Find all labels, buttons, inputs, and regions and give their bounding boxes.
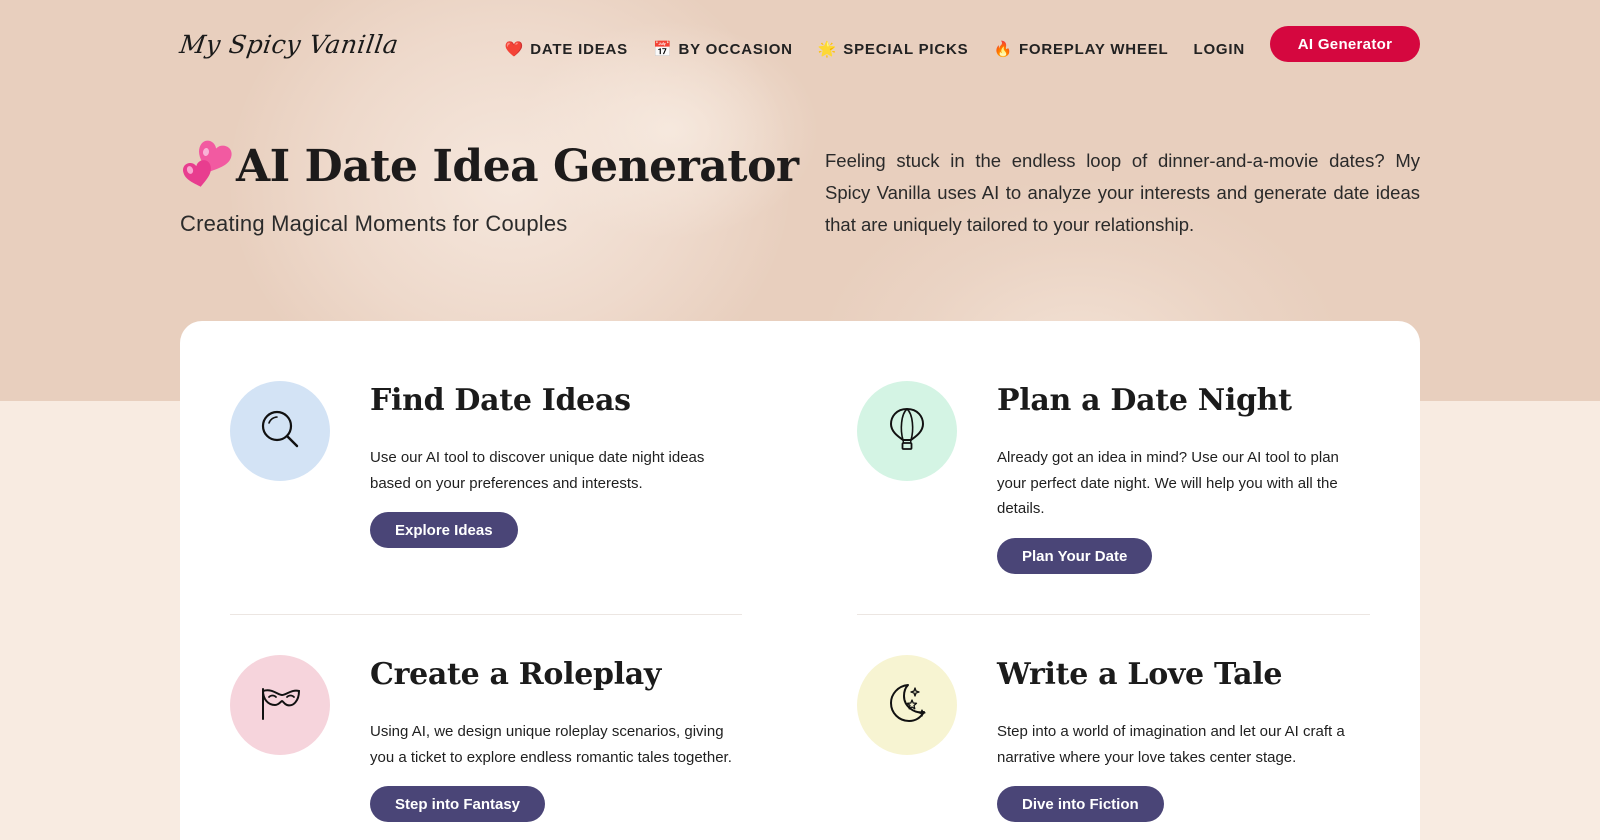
main-nav: ❤️ DATE IDEAS 📅 BY OCCASION 🌟 SPECIAL PI… — [505, 26, 1420, 62]
nav-item-special-picks[interactable]: 🌟 SPECIAL PICKS — [818, 30, 969, 58]
feature-description: Already got an idea in mind? Use our AI … — [997, 449, 1339, 517]
logo[interactable]: My Spicy Vanilla — [178, 30, 401, 59]
features-card: Find Date Ideas Use our AI tool to disco… — [180, 321, 1420, 840]
divider — [857, 614, 1370, 615]
plan-your-date-button[interactable]: Plan Your Date — [997, 538, 1153, 574]
feature-icon-circle — [857, 381, 957, 481]
site-header: My Spicy Vanilla ❤️ DATE IDEAS 📅 BY OCCA… — [178, 26, 1420, 66]
hero-title: AI Date Idea Generator — [236, 140, 799, 192]
page-title: AI Date Idea Generator — [180, 140, 799, 192]
feature-find-date-ideas: Find Date Ideas Use our AI tool to disco… — [230, 381, 742, 581]
hot-air-balloon-icon — [885, 406, 929, 456]
feature-description: Step into a world of imagination and let… — [997, 723, 1345, 766]
nav-item-foreplay-wheel[interactable]: 🔥 FOREPLAY WHEEL — [993, 30, 1168, 58]
feature-write-love-tale: Write a Love Tale Step into a world of i… — [857, 655, 1369, 840]
star-icon: 🌟 — [817, 40, 838, 58]
feature-icon-circle — [230, 381, 330, 481]
hero-description: Feeling stuck in the endless loop of din… — [825, 150, 1420, 235]
feature-description: Using AI, we design unique roleplay scen… — [370, 723, 732, 766]
feature-title: Plan a Date Night — [997, 383, 1292, 418]
feature-icon-circle — [230, 655, 330, 755]
two-hearts-icon — [180, 140, 234, 192]
feature-description: Use our AI tool to discover unique date … — [370, 449, 705, 492]
nav-item-login[interactable]: LOGIN — [1194, 31, 1246, 58]
fire-icon: 🔥 — [993, 40, 1013, 58]
dive-into-fiction-button[interactable]: Dive into Fiction — [997, 786, 1164, 822]
feature-icon-circle — [857, 655, 957, 755]
step-into-fantasy-button[interactable]: Step into Fantasy — [370, 786, 546, 822]
ai-generator-button[interactable]: AI Generator — [1270, 26, 1420, 62]
moon-stars-icon — [884, 680, 930, 730]
nav-label: LOGIN — [1193, 40, 1245, 58]
heart-icon: ❤️ — [504, 40, 525, 58]
hero-subtitle: Creating Magical Moments for Couples — [180, 211, 568, 236]
nav-label: SPECIAL PICKS — [843, 40, 969, 58]
explore-ideas-button[interactable]: Explore Ideas — [370, 512, 518, 548]
feature-title: Write a Love Tale — [997, 657, 1283, 692]
divider — [230, 614, 742, 615]
nav-label: DATE IDEAS — [530, 40, 628, 58]
search-icon — [258, 407, 302, 455]
nav-item-by-occasion[interactable]: 📅 BY OCCASION — [653, 30, 793, 58]
feature-plan-date-night: Plan a Date Night Already got an idea in… — [857, 381, 1369, 601]
feature-create-roleplay: Create a Roleplay Using AI, we design un… — [230, 655, 742, 840]
nav-item-date-ideas[interactable]: ❤️ DATE IDEAS — [505, 30, 628, 58]
feature-title: Create a Roleplay — [370, 657, 662, 692]
feature-title: Find Date Ideas — [370, 383, 631, 418]
nav-label: FOREPLAY WHEEL — [1018, 40, 1169, 58]
calendar-icon: 📅 — [652, 40, 673, 58]
nav-label: BY OCCASION — [678, 40, 793, 58]
mask-icon — [258, 683, 302, 727]
